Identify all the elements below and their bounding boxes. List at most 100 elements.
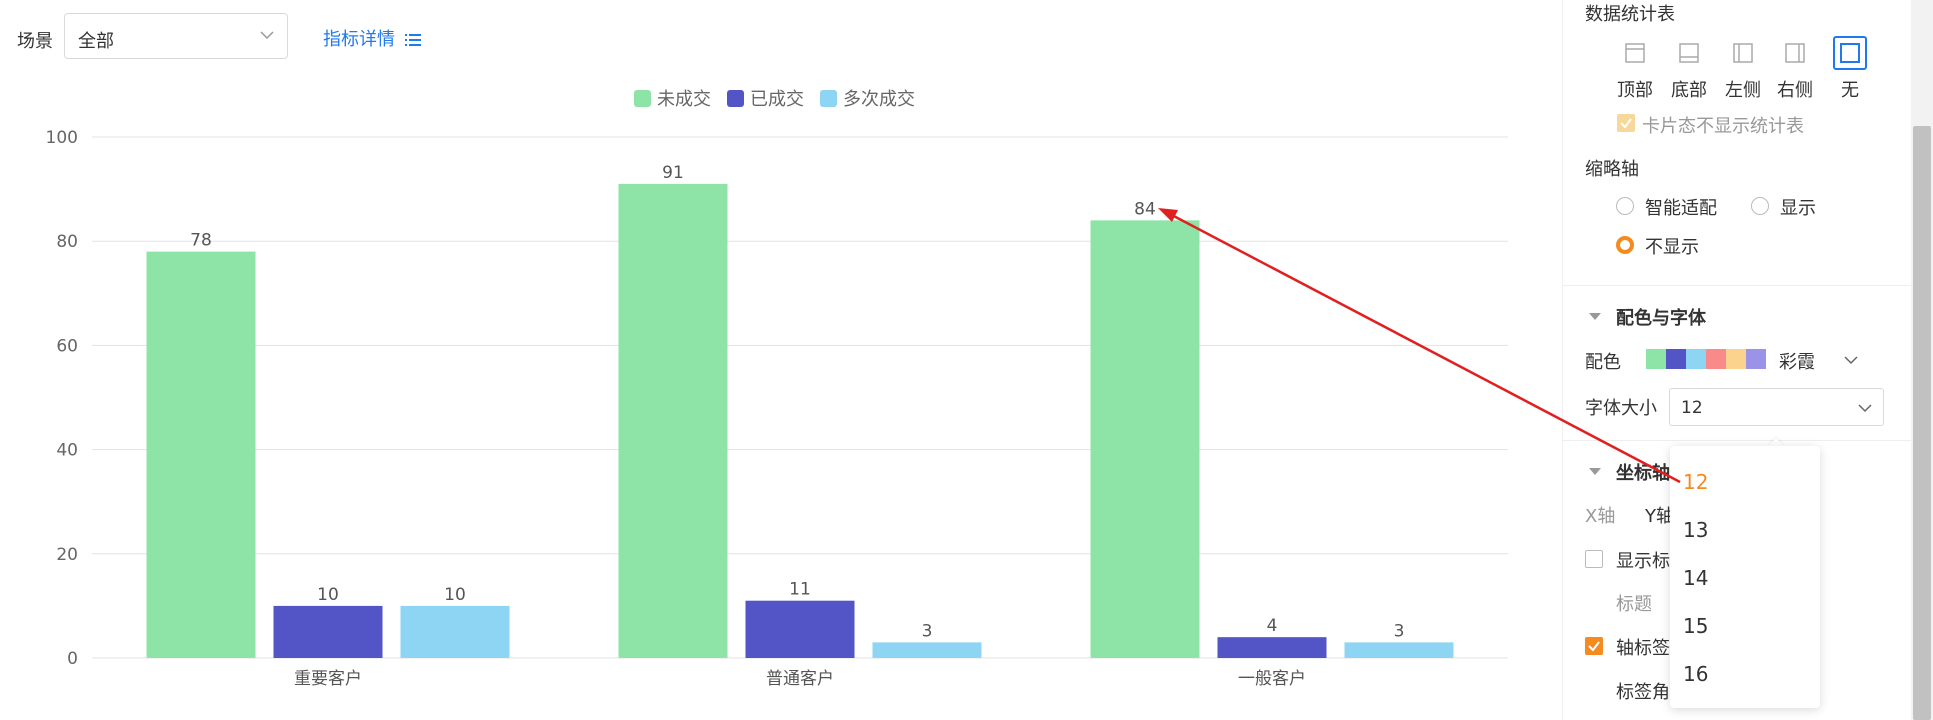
layout-none-icon xyxy=(1833,36,1867,70)
legend-label: 已成交 xyxy=(750,89,804,110)
radio-hide-label: 不显示 xyxy=(1645,237,1699,258)
font-size-option[interactable]: 14 xyxy=(1683,566,1708,590)
bar xyxy=(745,600,855,658)
legend-swatch xyxy=(634,90,651,107)
bar xyxy=(1090,220,1200,659)
thumbnail-axis-title: 缩略轴 xyxy=(1585,159,1639,180)
layout-right-icon xyxy=(1778,36,1812,70)
scene-select-value: 全部 xyxy=(78,31,114,52)
color-font-section-title: 配色与字体 xyxy=(1616,308,1706,329)
section-divider xyxy=(1562,440,1911,441)
chevron-down-icon xyxy=(1844,356,1858,365)
x-tick-label: 重要客户 xyxy=(294,669,362,689)
data-label: 3 xyxy=(922,621,933,641)
radio-show[interactable] xyxy=(1751,197,1769,215)
bar xyxy=(400,605,510,658)
y-tick-label: 20 xyxy=(56,545,78,565)
layout-bottom-icon xyxy=(1672,36,1706,70)
card-hide-stats-label: 卡片态不显示统计表 xyxy=(1642,116,1804,137)
radio-smart-fit[interactable] xyxy=(1616,197,1634,215)
palette-swatch xyxy=(1686,349,1706,369)
position-option-none[interactable]: 无 xyxy=(1822,36,1878,102)
tab-x-axis[interactable]: X轴 xyxy=(1585,502,1615,528)
check-icon xyxy=(1588,641,1600,652)
position-label-top: 顶部 xyxy=(1617,80,1653,101)
bar xyxy=(1344,642,1454,658)
bar-chart: 0 20 40 60 80 100 78 10 10 重要客户 91 11 3 普通客户 84 4 3 一般客户 未… xyxy=(46,89,1508,689)
font-size-value: 12 xyxy=(1681,398,1703,418)
bar xyxy=(1217,637,1327,658)
font-size-option[interactable]: 12 xyxy=(1683,470,1708,494)
font-size-option[interactable]: 16 xyxy=(1683,662,1708,686)
collapse-caret-icon[interactable] xyxy=(1589,468,1601,475)
title-label: 标题 xyxy=(1616,594,1652,615)
data-label: 10 xyxy=(317,585,339,605)
layout-left-icon xyxy=(1726,36,1760,70)
legend-swatch xyxy=(727,90,744,107)
layout-top-icon xyxy=(1618,36,1652,70)
bar xyxy=(273,605,383,658)
data-label: 91 xyxy=(662,163,684,183)
data-label: 84 xyxy=(1134,199,1156,219)
chevron-down-icon xyxy=(1858,404,1872,413)
position-option-bottom[interactable]: 底部 xyxy=(1661,36,1717,102)
indicator-details-label: 指标详情 xyxy=(323,29,395,50)
palette-swatch xyxy=(1666,349,1686,369)
palette-swatch xyxy=(1746,349,1766,369)
label-angle-label: 标签角 xyxy=(1616,682,1670,703)
x-tick-label: 一般客户 xyxy=(1238,669,1306,689)
show-title-checkbox[interactable] xyxy=(1585,550,1603,568)
y-tick-label: 80 xyxy=(56,232,78,252)
stats-table-title: 数据统计表 xyxy=(1585,4,1675,25)
font-size-select[interactable]: 12 xyxy=(1669,388,1884,426)
data-label: 10 xyxy=(444,585,466,605)
radio-smart-fit-label: 智能适配 xyxy=(1645,198,1717,219)
bar xyxy=(146,251,256,658)
indicator-details-link[interactable]: 指标详情 xyxy=(323,25,421,51)
dropdown-arrow xyxy=(1768,438,1784,446)
font-size-option[interactable]: 15 xyxy=(1683,614,1708,638)
y-tick-label: 40 xyxy=(56,441,78,461)
position-option-top[interactable]: 顶部 xyxy=(1607,36,1663,102)
font-size-label: 字体大小 xyxy=(1585,398,1657,419)
font-size-dropdown: 12 13 14 15 16 xyxy=(1670,446,1820,708)
palette-label: 配色 xyxy=(1585,352,1621,373)
scrollbar-thumb[interactable] xyxy=(1913,126,1931,720)
collapse-caret-icon[interactable] xyxy=(1589,313,1601,320)
card-hide-stats-checkbox[interactable] xyxy=(1617,114,1635,132)
data-label: 11 xyxy=(789,580,811,600)
legend-swatch xyxy=(820,90,837,107)
axis-label-label: 轴标签 xyxy=(1616,638,1670,659)
show-title-label: 显示标 xyxy=(1616,551,1670,572)
palette-swatch xyxy=(1706,349,1726,369)
palette-swatch xyxy=(1726,349,1746,369)
position-option-left[interactable]: 左侧 xyxy=(1715,36,1771,102)
legend-label: 多次成交 xyxy=(843,89,915,110)
radio-show-label: 显示 xyxy=(1780,198,1816,219)
chevron-down-icon xyxy=(260,31,274,40)
palette-name: 彩霞 xyxy=(1779,352,1815,373)
position-label-right: 右侧 xyxy=(1777,80,1813,101)
scene-label: 场景 xyxy=(17,31,53,52)
panel-scrollbar[interactable] xyxy=(1911,0,1933,720)
data-label: 3 xyxy=(1394,621,1405,641)
position-option-right[interactable]: 右侧 xyxy=(1767,36,1823,102)
scene-select[interactable]: 全部 xyxy=(64,13,288,59)
position-label-bottom: 底部 xyxy=(1671,80,1707,101)
y-tick-label: 0 xyxy=(67,649,78,669)
font-size-option[interactable]: 13 xyxy=(1683,518,1708,542)
radio-hide[interactable] xyxy=(1616,236,1634,254)
check-icon xyxy=(1620,118,1632,129)
palette-swatch xyxy=(1646,349,1666,369)
position-label-none: 无 xyxy=(1841,80,1859,101)
list-icon xyxy=(404,34,421,46)
axis-label-checkbox[interactable] xyxy=(1585,637,1603,655)
data-label: 4 xyxy=(1267,616,1278,636)
y-tick-label: 100 xyxy=(46,128,78,148)
section-divider xyxy=(1562,285,1911,286)
data-label: 78 xyxy=(190,231,212,251)
x-tick-label: 普通客户 xyxy=(766,669,834,689)
bar xyxy=(872,642,982,658)
legend-label: 未成交 xyxy=(657,89,711,110)
position-label-left: 左侧 xyxy=(1725,80,1761,101)
